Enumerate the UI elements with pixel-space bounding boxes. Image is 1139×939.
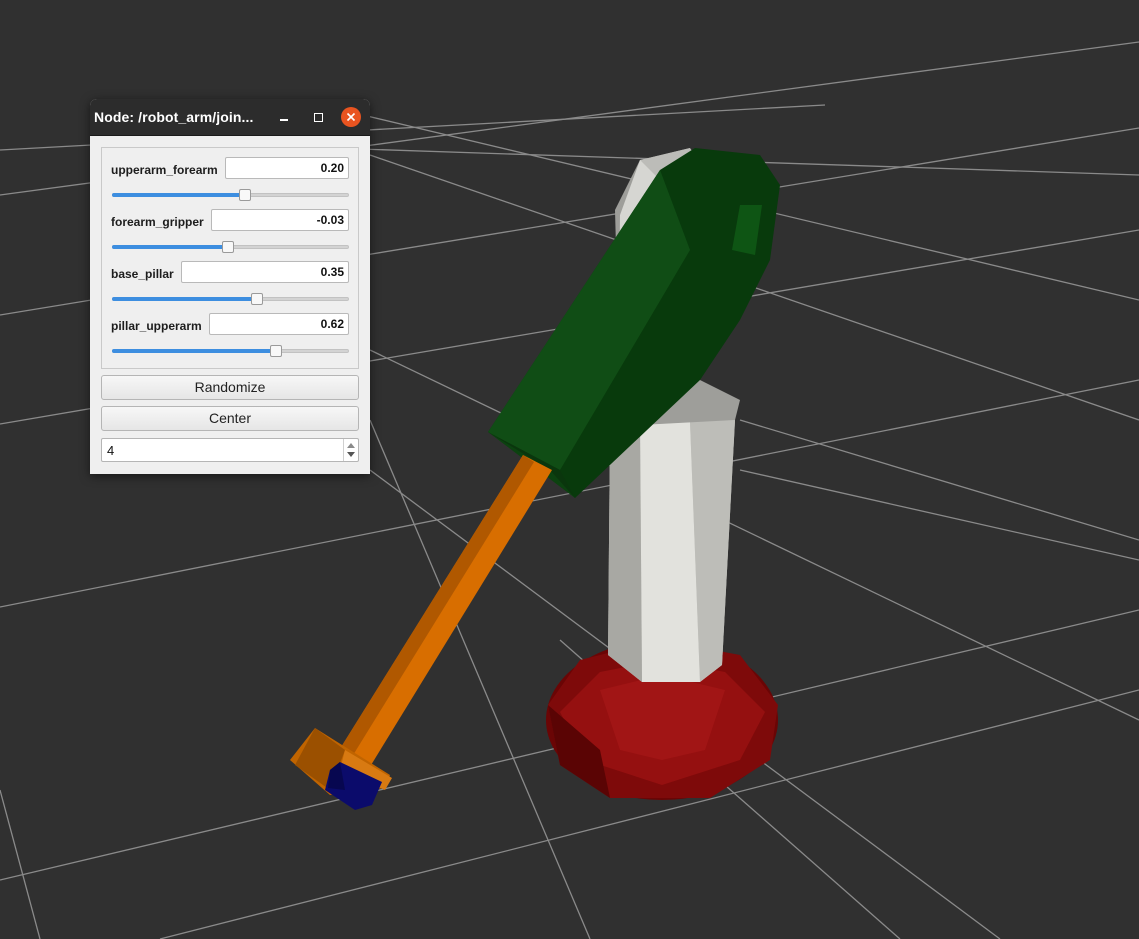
joint-value-upperarm-forearm[interactable]: 0.20 [225,157,349,179]
spinbox[interactable]: 4 [101,438,359,462]
spinbox-value: 4 [107,443,115,458]
slider-fill [112,349,276,353]
spin-down-icon[interactable] [347,452,355,457]
slider-handle[interactable] [270,345,282,357]
slider-fill [112,297,257,301]
center-button[interactable]: Center [101,406,359,431]
joint-label-upperarm-forearm: upperarm_forearm [111,163,218,177]
joint-label-forearm-gripper: forearm_gripper [111,215,204,229]
joint-value-pillar-upperarm[interactable]: 0.62 [209,313,349,335]
close-button[interactable] [341,107,361,127]
joint-value-forearm-gripper[interactable]: -0.03 [211,209,349,231]
joint-state-publisher-window: Node: /robot_arm/join... upperarm_forear… [90,99,370,474]
window-titlebar[interactable]: Node: /robot_arm/join... [90,99,370,136]
maximize-button[interactable] [308,107,328,127]
slider-handle[interactable] [239,189,251,201]
joint-slider-upperarm-forearm[interactable] [112,189,349,201]
joint-sliders-group: upperarm_forearm 0.20 forearm_gripper -0… [101,147,359,369]
joint-slider-base-pillar[interactable] [112,293,349,305]
window-title: Node: /robot_arm/join... [94,109,254,125]
spinbox-arrows[interactable] [343,439,358,461]
slider-handle[interactable] [222,241,234,253]
maximize-icon [313,112,323,122]
slider-fill [112,245,228,249]
randomize-button[interactable]: Randomize [101,375,359,400]
spin-up-icon[interactable] [347,443,355,448]
close-icon [346,112,356,122]
joint-value-base-pillar[interactable]: 0.35 [181,261,349,283]
joint-label-base-pillar: base_pillar [111,267,174,281]
joint-label-pillar-upperarm: pillar_upperarm [111,319,202,333]
slider-handle[interactable] [251,293,263,305]
joint-slider-forearm-gripper[interactable] [112,241,349,253]
joint-slider-pillar-upperarm[interactable] [112,345,349,357]
minimize-button[interactable] [274,107,294,127]
slider-fill [112,193,245,197]
minimize-icon [280,119,288,121]
